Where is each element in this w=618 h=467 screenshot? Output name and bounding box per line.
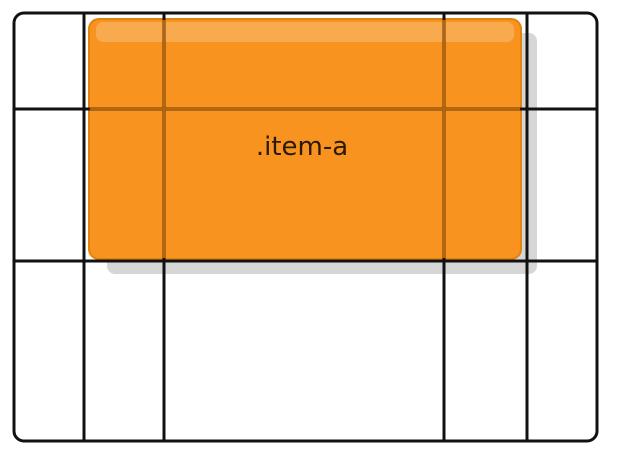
grid-diagram: .item-a [12, 11, 599, 443]
item-a-highlight [96, 22, 514, 42]
item-a-label: .item-a [256, 132, 348, 162]
